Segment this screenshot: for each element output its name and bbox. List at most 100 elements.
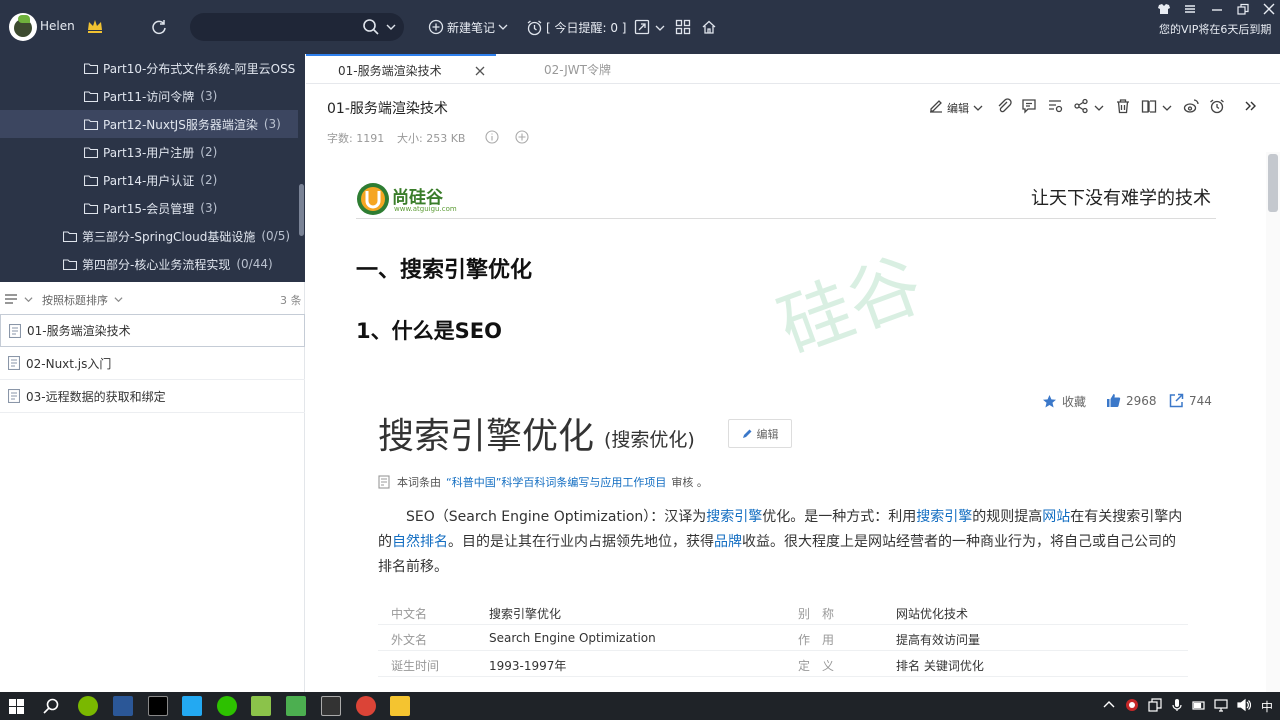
volume-icon[interactable]	[1237, 698, 1251, 712]
document-icon	[9, 323, 21, 338]
tree-item[interactable]: Part10-分布式文件系统-阿里云OSS	[0, 54, 298, 82]
settings-icon[interactable]	[1183, 3, 1197, 15]
chevron-down-icon[interactable]	[386, 22, 396, 32]
search-box[interactable]	[190, 13, 404, 41]
tab-01-ssr[interactable]: 01-服务端渲染技术	[306, 54, 496, 84]
certificate-icon	[378, 475, 390, 489]
skin-icon[interactable]	[1157, 3, 1171, 15]
note-count: 3 条	[280, 294, 302, 307]
file-explorer-icon[interactable]	[390, 696, 410, 716]
scrollbar-thumb[interactable]	[1268, 154, 1278, 212]
reminder-button[interactable]: [ 今日提醒: 0 ]	[526, 18, 627, 36]
attachment-icon[interactable]	[996, 98, 1012, 114]
note-content[interactable]: 尚硅谷 www.atguigu.com 让天下没有难学的技术 硅谷 一、搜索引擎…	[306, 152, 1266, 692]
search-icon[interactable]	[362, 18, 380, 36]
table-row: 诞生时间 1993-1997年 定 义 排名 关键词优化	[378, 651, 1188, 677]
folder-icon	[84, 90, 98, 102]
copy-icon[interactable]	[1148, 698, 1162, 712]
share-icon[interactable]	[1073, 98, 1089, 114]
note-list-item[interactable]: 03-远程数据的获取和绑定	[0, 380, 305, 413]
chevron-up-icon[interactable]	[1102, 698, 1116, 712]
app-icon[interactable]	[251, 696, 271, 716]
slogan: 让天下没有难学的技术	[1031, 188, 1211, 209]
tree-item[interactable]: 第三部分-SpringCloud基础设施 (0/5)	[0, 222, 298, 250]
content-scrollbar[interactable]	[1266, 152, 1280, 692]
tree-scrollbar[interactable]	[299, 184, 304, 236]
vscode-icon[interactable]	[182, 696, 202, 716]
tree-item[interactable]: Part11-访问令牌 (3)	[0, 82, 298, 110]
terminal-icon[interactable]	[321, 696, 341, 716]
minimize-icon[interactable]	[1210, 3, 1224, 15]
folder-icon	[84, 174, 98, 186]
grid-apps-icon[interactable]	[675, 19, 691, 35]
battery-icon[interactable]	[1192, 698, 1206, 712]
windows-start-icon[interactable]	[9, 699, 24, 714]
chevron-down-icon[interactable]	[24, 295, 33, 304]
list-view-icon[interactable]	[4, 293, 18, 305]
reading-mode-icon[interactable]	[1141, 98, 1157, 114]
tree-item[interactable]: Part15-会员管理 (3)	[0, 194, 298, 222]
user-avatar[interactable]	[9, 13, 37, 41]
folder-icon	[63, 230, 77, 242]
trash-icon[interactable]	[1115, 98, 1131, 114]
expand-window-icon[interactable]	[634, 19, 650, 35]
close-tab-icon[interactable]	[474, 65, 486, 77]
favorite-action: 收藏	[1042, 393, 1086, 410]
note-list-item[interactable]: 02-Nuxt.js入门	[0, 347, 305, 380]
app-green-icon[interactable]	[78, 696, 98, 716]
home-icon[interactable]	[701, 19, 717, 35]
microphone-icon[interactable]	[1170, 698, 1184, 712]
sync-icon[interactable]	[150, 18, 168, 36]
chevron-down-icon[interactable]	[114, 295, 123, 304]
watermark: 硅谷	[768, 241, 933, 370]
app-icon[interactable]	[286, 696, 306, 716]
baike-title: 搜索引擎优化	[378, 416, 595, 457]
new-note-button[interactable]: 新建笔记	[428, 18, 508, 36]
share-arrow-icon	[1169, 393, 1184, 408]
edit-icon[interactable]	[928, 98, 944, 114]
note-list-item-active[interactable]: 01-服务端渲染技术	[0, 314, 305, 347]
username[interactable]: Helen	[40, 19, 75, 33]
notebook-tree: Part10-分布式文件系统-阿里云OSS Part11-访问令牌 (3) Pa…	[0, 54, 305, 282]
add-tag-icon[interactable]	[515, 130, 529, 144]
edit-button[interactable]: 编辑	[947, 100, 969, 116]
tree-item-selected[interactable]: Part12-NuxtJS服务器端渲染 (3)	[0, 110, 298, 138]
folder-icon	[84, 62, 98, 74]
more-chevrons-icon[interactable]	[1243, 98, 1259, 114]
comment-icon[interactable]	[1021, 98, 1037, 114]
restore-icon[interactable]	[1236, 3, 1250, 15]
sort-dropdown[interactable]: 按照标题排序	[42, 292, 108, 308]
word-icon[interactable]	[113, 696, 133, 716]
tree-item[interactable]: Part14-用户认证 (2)	[0, 166, 298, 194]
antivirus-icon[interactable]	[1125, 698, 1139, 712]
chevron-down-icon[interactable]	[1162, 103, 1172, 113]
search-input[interactable]	[202, 18, 352, 36]
close-icon[interactable]	[1262, 3, 1276, 15]
atguigu-logo: 尚硅谷 www.atguigu.com	[356, 179, 486, 219]
tree-item[interactable]: 第四部分-核心业务流程实现 (0/44)	[0, 250, 298, 278]
info-icon[interactable]	[485, 130, 499, 144]
chevron-down-icon[interactable]	[1094, 103, 1104, 113]
sidebar: Part10-分布式文件系统-阿里云OSS Part11-访问令牌 (3) Pa…	[0, 54, 305, 692]
top-bar: Helen 新建笔记 [ 今日提醒: 0 ] 您的VIP将在6天后到期	[0, 0, 1280, 54]
alarm-clock-icon[interactable]	[1209, 98, 1225, 114]
thumbs-up-icon	[1107, 394, 1121, 407]
search-icon[interactable]	[43, 698, 59, 714]
windows-taskbar: 中	[0, 692, 1280, 720]
chevron-down-icon[interactable]	[973, 103, 983, 113]
input-method-indicator[interactable]: 中	[1261, 698, 1273, 715]
new-note-label: 新建笔记	[447, 20, 496, 35]
folder-icon	[84, 202, 98, 214]
vip-notice[interactable]: 您的VIP将在6天后到期	[1159, 21, 1271, 37]
weibo-icon[interactable]	[1183, 98, 1199, 114]
chevron-down-icon[interactable]	[655, 23, 665, 33]
tab-02-jwt[interactable]: 02-JWT令牌	[496, 54, 686, 84]
network-icon[interactable]	[1214, 698, 1228, 712]
intellij-icon[interactable]	[148, 696, 168, 716]
chrome-icon[interactable]	[356, 696, 376, 716]
note-title[interactable]: 01-服务端渲染技术	[327, 98, 448, 118]
crown-icon[interactable]	[86, 17, 104, 35]
tree-item[interactable]: Part13-用户注册 (2)	[0, 138, 298, 166]
outline-icon[interactable]	[1047, 98, 1063, 114]
wechat-icon[interactable]	[217, 696, 237, 716]
